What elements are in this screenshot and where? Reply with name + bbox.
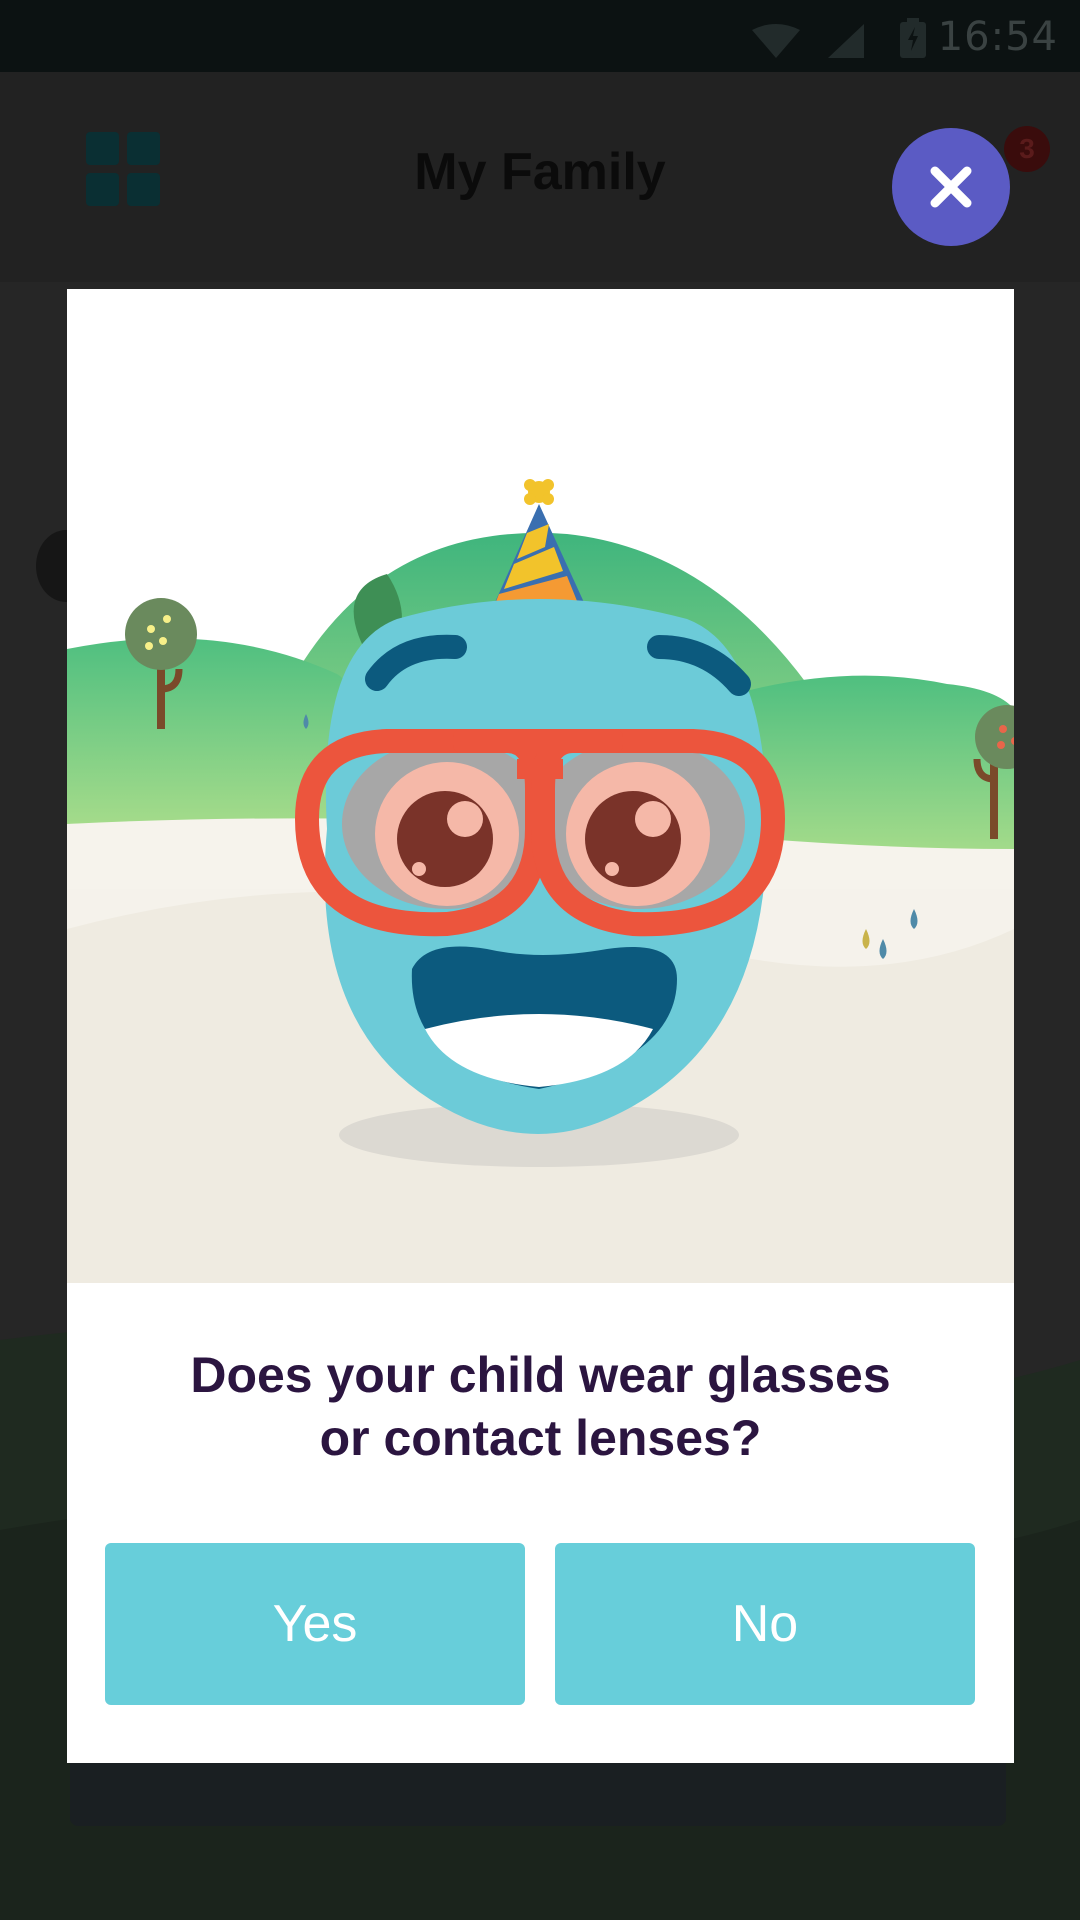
wifi-icon xyxy=(752,24,800,58)
question-dialog: Does your child wear glasses or contact … xyxy=(67,289,1014,1763)
question-line-1: Does your child wear glasses xyxy=(190,1347,891,1403)
emoji-illustration xyxy=(67,289,1014,1283)
notification-badge: 3 xyxy=(1004,126,1050,172)
background-card xyxy=(70,1760,1006,1826)
status-bar: 16:54 xyxy=(0,0,1080,72)
no-button[interactable]: No xyxy=(555,1543,975,1705)
status-time: 16:54 xyxy=(937,14,1058,60)
close-button[interactable] xyxy=(892,128,1010,246)
question-line-2: or contact lenses? xyxy=(319,1410,762,1466)
signal-icon xyxy=(828,24,864,58)
yes-button[interactable]: Yes xyxy=(105,1543,525,1705)
question-text: Does your child wear glasses or contact … xyxy=(107,1344,974,1470)
close-icon xyxy=(930,166,972,208)
battery-charging-icon xyxy=(900,18,926,58)
